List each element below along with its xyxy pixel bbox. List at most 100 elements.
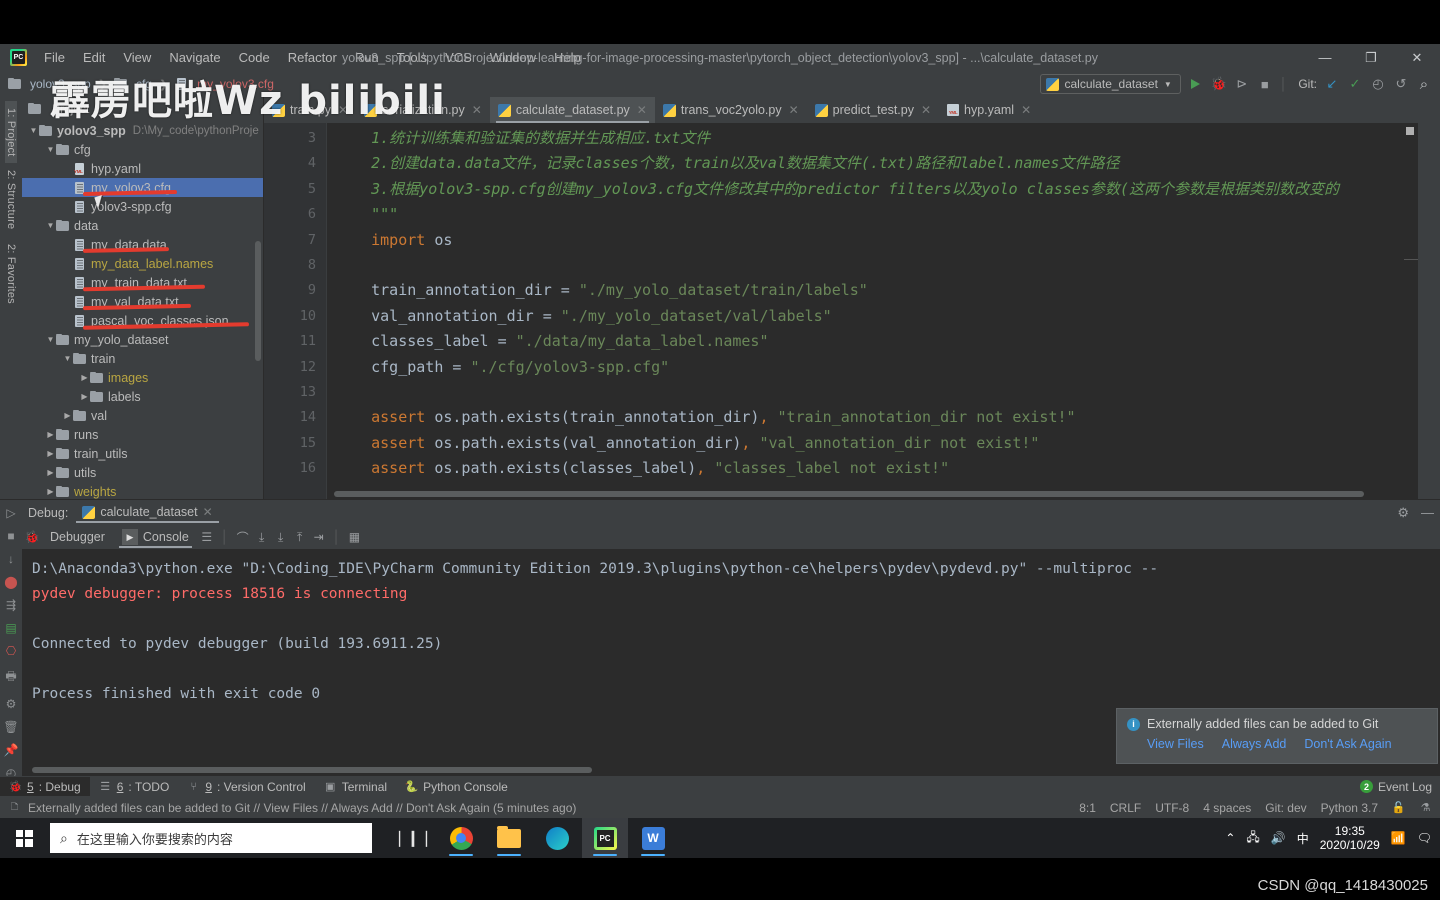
wps-icon[interactable]: W [630, 818, 676, 858]
tree-item[interactable]: my_yolov3.cfg [22, 178, 263, 197]
code-area[interactable]: 3 4 5 6 7 8 9 10 11 12 13 14 15 16 1.统计训练集和验证集的数据并生成相… [264, 123, 1418, 499]
close-icon[interactable]: ✕ [1021, 103, 1031, 117]
menu-run[interactable]: Run [346, 46, 388, 69]
code-line[interactable]: 2.创建data.data文件，记录classes个数，train以及val数据… [335, 151, 1418, 176]
chevron-down-icon[interactable]: ▼ [45, 145, 56, 154]
close-icon[interactable]: ✕ [472, 103, 482, 117]
soft-wrap-icon[interactable]: ⌒ [235, 529, 251, 545]
tree-item[interactable]: pascal_voc_classes.json [22, 311, 263, 330]
gear-icon[interactable]: ⚙ [6, 697, 17, 711]
chevron-down-icon[interactable]: ▼ [28, 126, 39, 135]
close-button[interactable]: ✕ [1394, 44, 1440, 71]
stats-icon[interactable]: 📶 [1391, 831, 1406, 845]
tool-window-button[interactable]: ⑂ 9: Version Control [178, 777, 314, 796]
chevron-right-icon[interactable]: ▶ [45, 449, 56, 458]
tree-item[interactable]: ▶ images [22, 368, 263, 387]
tree-item[interactable]: ▼ yolov3_spp D:\My_code\pythonProje [22, 121, 263, 140]
code-line[interactable] [335, 380, 1418, 405]
chevron-right-icon[interactable]: ▶ [45, 468, 56, 477]
pin-icon[interactable]: 📌 [4, 743, 19, 757]
inspection-icon[interactable]: ⚗ [1419, 801, 1432, 814]
editor-tab[interactable]: calculate_dataset.py ✕ [489, 97, 655, 123]
menu-help[interactable]: Help [545, 46, 590, 69]
chevron-right-icon[interactable]: ▶ [79, 392, 90, 401]
git-commit-icon[interactable]: ✓ [1347, 76, 1363, 92]
notification-icon[interactable]: 🗨 [1417, 831, 1432, 845]
debug-icon[interactable]: 🐞 [1211, 76, 1227, 92]
maximize-button[interactable]: ❐ [1348, 44, 1394, 71]
tree-item[interactable]: yolov3-spp.cfg [22, 197, 263, 216]
menu-file[interactable]: File [35, 46, 74, 69]
step-over-icon[interactable]: ↓ [8, 552, 14, 566]
code-line[interactable]: classes_label = "./data/my_data_label.na… [335, 329, 1418, 354]
menu-icon[interactable]: ☰ [199, 529, 215, 545]
tree-item[interactable]: my_data_label.names [22, 254, 263, 273]
gear-icon[interactable]: ⚙ [1397, 505, 1409, 521]
sidebar-item-structure[interactable]: 2: Structure [5, 163, 17, 236]
menu-vcs[interactable]: VCS [436, 46, 481, 69]
chevron-right-icon[interactable]: ▶ [45, 487, 56, 496]
file-encoding[interactable]: UTF-8 [1155, 801, 1189, 815]
breadcrumb-folder[interactable]: cfg [136, 77, 152, 91]
tree-item[interactable]: ▼ data [22, 216, 263, 235]
event-log-button[interactable]: 2 Event Log [1359, 780, 1432, 794]
tree-item[interactable]: ▼ train [22, 349, 263, 368]
tree-item[interactable]: my_data.data [22, 235, 263, 254]
caret-position[interactable]: 8:1 [1079, 801, 1096, 815]
console-horizontal-scrollbar[interactable] [32, 767, 592, 773]
editor-tab[interactable]: hyp.yaml ✕ [939, 97, 1039, 123]
tool-window-button[interactable]: ▣ Terminal [315, 777, 396, 796]
menu-edit[interactable]: Edit [74, 46, 114, 69]
table-icon[interactable]: ▦ [346, 529, 362, 545]
tree-item[interactable]: ▶ train_utils [22, 444, 263, 463]
mute-breakpoints-icon[interactable]: ⬤ [4, 575, 17, 589]
chevron-up-icon[interactable]: ⌃ [1225, 831, 1235, 845]
start-button[interactable] [0, 818, 48, 858]
chevron-right-icon[interactable]: ▶ [79, 373, 90, 382]
tree-item[interactable]: ▼ my_yolo_dataset [22, 330, 263, 349]
menu-tools[interactable]: Tools [388, 46, 436, 69]
tree-item[interactable]: ▼ cfg [22, 140, 263, 159]
scroll-down-icon[interactable]: ⤓ [273, 529, 289, 545]
code-line[interactable]: 1.统计训练集和验证集的数据并生成相应.txt文件 [335, 126, 1418, 151]
lock-icon[interactable]: 🔓 [1392, 801, 1406, 814]
view-files-link[interactable]: View Files [1147, 737, 1204, 751]
close-icon[interactable]: ✕ [921, 103, 931, 117]
menu-view[interactable]: View [114, 46, 160, 69]
tree-item[interactable]: my_val_data.txt [22, 292, 263, 311]
code-line[interactable]: import os [335, 228, 1418, 253]
tool-window-button[interactable]: 🐞 5: Debug [0, 777, 90, 796]
run-configuration-selector[interactable]: calculate_dataset ▼ [1039, 74, 1181, 94]
editor-tab[interactable]: serialization.py ✕ [356, 97, 490, 123]
edge-icon[interactable] [534, 818, 580, 858]
close-icon[interactable]: ✕ [637, 103, 647, 117]
volume-icon[interactable]: 🔊 [1271, 831, 1286, 845]
code-line[interactable]: cfg_path = "./cfg/yolov3-spp.cfg" [335, 355, 1418, 380]
run-with-coverage-icon[interactable]: ⊳ [1234, 76, 1250, 92]
code-text[interactable]: 1.统计训练集和验证集的数据并生成相应.txt文件 2.创建data.data文… [326, 123, 1418, 499]
git-branch[interactable]: Git: dev [1265, 801, 1306, 815]
close-icon[interactable]: ✕ [203, 505, 213, 519]
file-explorer-icon[interactable] [486, 818, 532, 858]
project-tree[interactable]: ▼yolov3_sppD:\My_code\pythonProje▼cfghyp… [22, 121, 263, 499]
tree-item[interactable]: my_train_data.txt [22, 273, 263, 292]
code-line[interactable]: assert os.path.exists(train_annotation_d… [335, 405, 1418, 430]
minimize-button[interactable]: — [1302, 44, 1348, 71]
code-line[interactable]: train_annotation_dir = "./my_yolo_datase… [335, 278, 1418, 303]
tree-item[interactable]: hyp.yaml [22, 159, 263, 178]
message-icon[interactable]: 🗅 [8, 801, 21, 814]
python-interpreter[interactable]: Python 3.7 [1321, 801, 1378, 815]
code-line[interactable] [335, 253, 1418, 278]
sidebar-item-favorites[interactable]: 2: Favorites [5, 237, 17, 311]
tree-item[interactable]: ▶ runs [22, 425, 263, 444]
chevron-down-icon[interactable]: ▼ [45, 335, 56, 344]
trash-icon[interactable]: 🗑 [3, 720, 18, 734]
editor-tab[interactable]: trans_voc2yolo.py ✕ [655, 97, 807, 123]
chevron-down-icon[interactable]: ▼ [45, 221, 56, 230]
stop-icon[interactable]: ■ [1257, 76, 1273, 92]
git-rollback-icon[interactable]: ↺ [1393, 76, 1409, 92]
debug-session-tab[interactable]: calculate_dataset ✕ [74, 502, 220, 523]
indent-setting[interactable]: 4 spaces [1203, 801, 1251, 815]
code-line[interactable]: """ [335, 202, 1418, 227]
print-output-icon[interactable]: 🖶 [5, 667, 16, 688]
